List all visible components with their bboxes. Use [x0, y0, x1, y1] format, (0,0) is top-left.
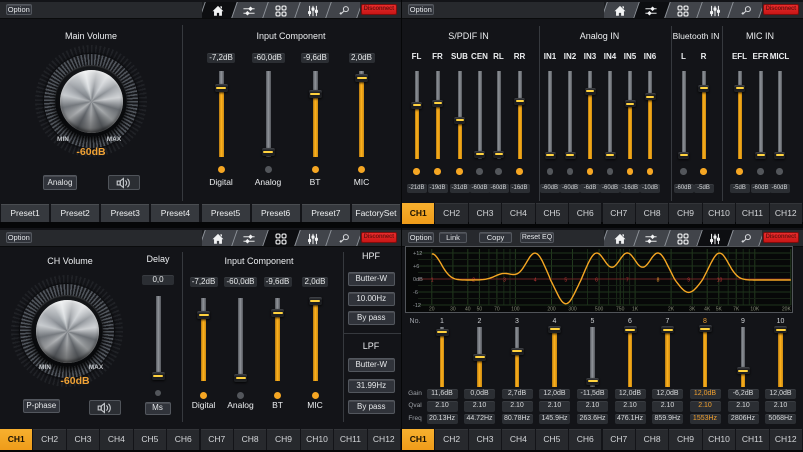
svg-text:3: 3 — [503, 278, 506, 284]
svg-text:750: 750 — [616, 307, 625, 312]
svg-text:50: 50 — [476, 307, 482, 312]
svg-text:-6: -6 — [413, 290, 418, 296]
svg-text:100: 100 — [511, 307, 520, 312]
svg-text:9: 9 — [687, 278, 690, 284]
svg-text:40: 40 — [465, 307, 471, 312]
svg-text:3K: 3K — [689, 307, 696, 312]
svg-text:6: 6 — [595, 278, 598, 284]
svg-text:8: 8 — [656, 278, 659, 284]
svg-text:10K: 10K — [750, 307, 760, 312]
svg-text:10: 10 — [716, 278, 722, 284]
svg-text:30: 30 — [450, 307, 456, 312]
svg-text:7K: 7K — [733, 307, 740, 312]
svg-text:1K: 1K — [632, 307, 639, 312]
svg-text:4K: 4K — [704, 307, 711, 312]
svg-text:500: 500 — [594, 307, 603, 312]
svg-text:20K: 20K — [781, 307, 791, 312]
svg-text:0dB: 0dB — [413, 277, 423, 283]
svg-text:200: 200 — [547, 307, 556, 312]
svg-text:5K: 5K — [715, 307, 722, 312]
svg-text:-12: -12 — [413, 303, 421, 309]
svg-text:+12: +12 — [413, 251, 422, 257]
svg-text:+6: +6 — [413, 264, 419, 270]
svg-text:70: 70 — [494, 307, 500, 312]
svg-text:1: 1 — [430, 278, 433, 284]
svg-text:4: 4 — [533, 278, 536, 284]
svg-text:20: 20 — [429, 307, 435, 312]
svg-text:5: 5 — [564, 278, 567, 284]
svg-text:2K: 2K — [668, 307, 675, 312]
svg-text:7: 7 — [625, 278, 628, 284]
svg-text:300: 300 — [568, 307, 577, 312]
